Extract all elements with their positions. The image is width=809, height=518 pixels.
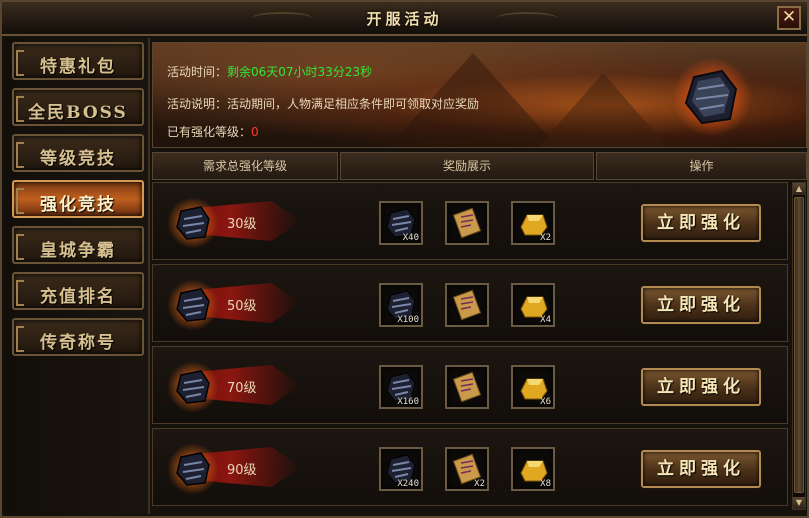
column-header-rewards: 奖励展示 [340, 152, 594, 180]
reward-slot-scroll[interactable] [445, 365, 489, 409]
enhance-now-button[interactable]: 立即强化 [641, 450, 761, 488]
sidebar-item-enhance-race[interactable]: 强化竞技 [12, 180, 144, 218]
table-row: 30级 X40 X2 立即强化 [152, 182, 788, 260]
activity-time: 活动时间：剩余06天07小时33分23秒 [167, 63, 372, 80]
enhance-now-label: 立即强化 [657, 295, 745, 315]
column-header-required-level: 需求总强化等级 [152, 152, 338, 180]
sidebar-item-label: 特惠礼包 [40, 57, 116, 77]
close-button[interactable]: ✕ [777, 6, 801, 30]
reward-slot-scroll[interactable] [445, 201, 489, 245]
reward-list: 30级 X40 X2 立即强化 50级 X100 X4 立即强化 70级 X16… [152, 182, 790, 510]
reward-count: X8 [540, 479, 551, 489]
activity-time-value: 剩余06天07小时33分23秒 [227, 65, 373, 79]
reward-count: X240 [397, 479, 419, 489]
close-icon: ✕ [781, 7, 797, 27]
sidebar-item-label: 全民BOSS [28, 103, 128, 123]
scroll-thumb[interactable] [794, 197, 804, 493]
sidebar-item-legend-title[interactable]: 传奇称号 [12, 318, 144, 356]
reward-slot-ore[interactable]: X160 [379, 365, 423, 409]
required-level: 30级 [227, 217, 257, 232]
sidebar-item-label: 等级竞技 [40, 149, 116, 169]
reward-count: X6 [540, 397, 551, 407]
sidebar-item-label: 充值排名 [40, 287, 116, 307]
reward-slot-ore[interactable]: X100 [379, 283, 423, 327]
sidebar: 特惠礼包 全民BOSS 等级竞技 强化竞技 皇城争霸 充值排名 传奇称号 [4, 38, 150, 514]
row-ore-icon [167, 197, 219, 249]
reward-count: X4 [540, 315, 551, 325]
sidebar-item-world-boss[interactable]: 全民BOSS [12, 88, 144, 126]
enhance-now-label: 立即强化 [657, 459, 745, 479]
enhance-now-button[interactable]: 立即强化 [641, 286, 761, 324]
sidebar-item-recharge-rank[interactable]: 充值排名 [12, 272, 144, 310]
table-row: 90级 X240 X2 X8 立即强化 [152, 428, 788, 506]
table-header: 需求总强化等级 奖励展示 操作 [152, 152, 807, 180]
sidebar-item-label: 皇城争霸 [40, 241, 116, 261]
scroll-icon [452, 289, 482, 321]
sidebar-item-label: 传奇称号 [40, 333, 116, 353]
reward-slot-ore[interactable]: X240 [379, 447, 423, 491]
activity-description-value: 活动期间，人物满足相应条件即可领取对应奖励 [227, 97, 480, 111]
reward-count: X40 [402, 233, 419, 243]
reward-slot-gold[interactable]: X4 [511, 283, 555, 327]
row-ore-icon [167, 361, 219, 413]
sidebar-item-castle-war[interactable]: 皇城争霸 [12, 226, 144, 264]
required-level: 70级 [227, 381, 257, 396]
current-enhance-level: 已有强化等级：0 [167, 123, 259, 140]
reward-slot-scroll[interactable]: X2 [445, 447, 489, 491]
scroll-up-arrow-icon[interactable]: ▲ [793, 183, 805, 195]
activity-banner: 活动时间：剩余06天07小时33分23秒 活动说明：活动期间，人物满足相应条件即… [152, 42, 807, 148]
row-ore-icon [167, 443, 219, 495]
reward-count: X2 [540, 233, 551, 243]
enhance-now-label: 立即强化 [657, 213, 745, 233]
current-enhance-level-label: 已有强化等级： [167, 125, 252, 139]
reward-slot-scroll[interactable] [445, 283, 489, 327]
reward-count: X100 [397, 315, 419, 325]
table-row: 70级 X160 X6 立即强化 [152, 346, 788, 424]
activity-window: 开服活动 ✕ 特惠礼包 全民BOSS 等级竞技 强化竞技 皇城争霸 充值排名 传… [0, 0, 809, 518]
enhance-now-label: 立即强化 [657, 377, 745, 397]
enhance-now-button[interactable]: 立即强化 [641, 368, 761, 406]
required-level: 90级 [227, 463, 257, 478]
row-ore-icon [167, 279, 219, 331]
column-header-action: 操作 [596, 152, 807, 180]
scroll-icon [452, 207, 482, 239]
sidebar-item-level-race[interactable]: 等级竞技 [12, 134, 144, 172]
reward-slot-gold[interactable]: X2 [511, 201, 555, 245]
activity-description: 活动说明：活动期间，人物满足相应条件即可领取对应奖励 [167, 95, 479, 112]
sidebar-item-special-gift[interactable]: 特惠礼包 [12, 42, 144, 80]
sidebar-item-label: 强化竞技 [40, 195, 116, 215]
banner-mountain [533, 73, 673, 147]
reward-slot-gold[interactable]: X8 [511, 447, 555, 491]
scroll-down-arrow-icon[interactable]: ▼ [793, 497, 805, 509]
required-level: 50级 [227, 299, 257, 314]
title-bar: 开服活动 ✕ [2, 2, 807, 36]
scroll-icon [452, 371, 482, 403]
reward-count: X160 [397, 397, 419, 407]
activity-time-label: 活动时间： [167, 65, 228, 79]
reward-count: X2 [474, 479, 485, 489]
window-title: 开服活动 [366, 10, 443, 28]
list-scrollbar[interactable]: ▲ ▼ [792, 182, 806, 510]
current-enhance-level-value: 0 [251, 125, 259, 139]
ore-icon [684, 69, 738, 125]
table-row: 50级 X100 X4 立即强化 [152, 264, 788, 342]
reward-slot-gold[interactable]: X6 [511, 365, 555, 409]
activity-description-label: 活动说明： [167, 97, 228, 111]
reward-slot-ore[interactable]: X40 [379, 201, 423, 245]
enhance-now-button[interactable]: 立即强化 [641, 204, 761, 242]
